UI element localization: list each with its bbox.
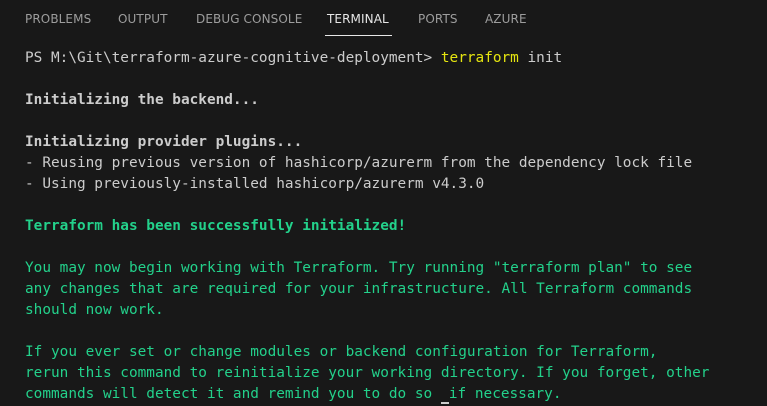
active-tab-indicator bbox=[325, 35, 392, 36]
info-text: commands will detect it and remind you t… bbox=[25, 386, 441, 402]
tab-terminal[interactable]: TERMINAL bbox=[327, 12, 389, 26]
init-plugins-line: Initializing provider plugins... bbox=[25, 134, 303, 150]
panel-tab-bar: PROBLEMS OUTPUT DEBUG CONSOLE TERMINAL P… bbox=[0, 0, 767, 38]
init-backend-line: Initializing the backend... bbox=[25, 92, 259, 108]
tab-azure[interactable]: AZURE bbox=[485, 12, 527, 26]
prompt: PS M:\Git\terraform-azure-cognitive-depl… bbox=[25, 50, 441, 66]
prompt-line: PS M:\Git\terraform-azure-cognitive-depl… bbox=[25, 48, 767, 69]
info-line: rerun this command to reinitialize your … bbox=[25, 365, 710, 381]
info-line: any changes that are required for your i… bbox=[25, 281, 693, 297]
info-line: You may now begin working with Terraform… bbox=[25, 260, 693, 276]
info-text: if necessary. bbox=[448, 386, 562, 402]
terminal-output[interactable]: PS M:\Git\terraform-azure-cognitive-depl… bbox=[25, 48, 767, 405]
tab-problems[interactable]: PROBLEMS bbox=[25, 12, 91, 26]
command-name: terraform bbox=[440, 50, 519, 66]
info-line: If you ever set or change modules or bac… bbox=[25, 344, 658, 360]
command-args: init bbox=[518, 50, 563, 66]
using-provider-line: - Using previously-installed hashicorp/a… bbox=[25, 176, 485, 192]
terminal-cursor bbox=[440, 402, 449, 404]
tab-output[interactable]: OUTPUT bbox=[118, 12, 168, 26]
tab-debug-console[interactable]: DEBUG CONSOLE bbox=[196, 12, 302, 26]
tab-ports[interactable]: PORTS bbox=[418, 12, 458, 26]
info-line: should now work. bbox=[25, 302, 164, 318]
reusing-provider-line: - Reusing previous version of hashicorp/… bbox=[25, 155, 693, 171]
success-message: Terraform has been successfully initiali… bbox=[25, 218, 407, 234]
info-line: commands will detect it and remind you t… bbox=[25, 384, 767, 405]
terminal-panel: PROBLEMS OUTPUT DEBUG CONSOLE TERMINAL P… bbox=[0, 0, 767, 406]
